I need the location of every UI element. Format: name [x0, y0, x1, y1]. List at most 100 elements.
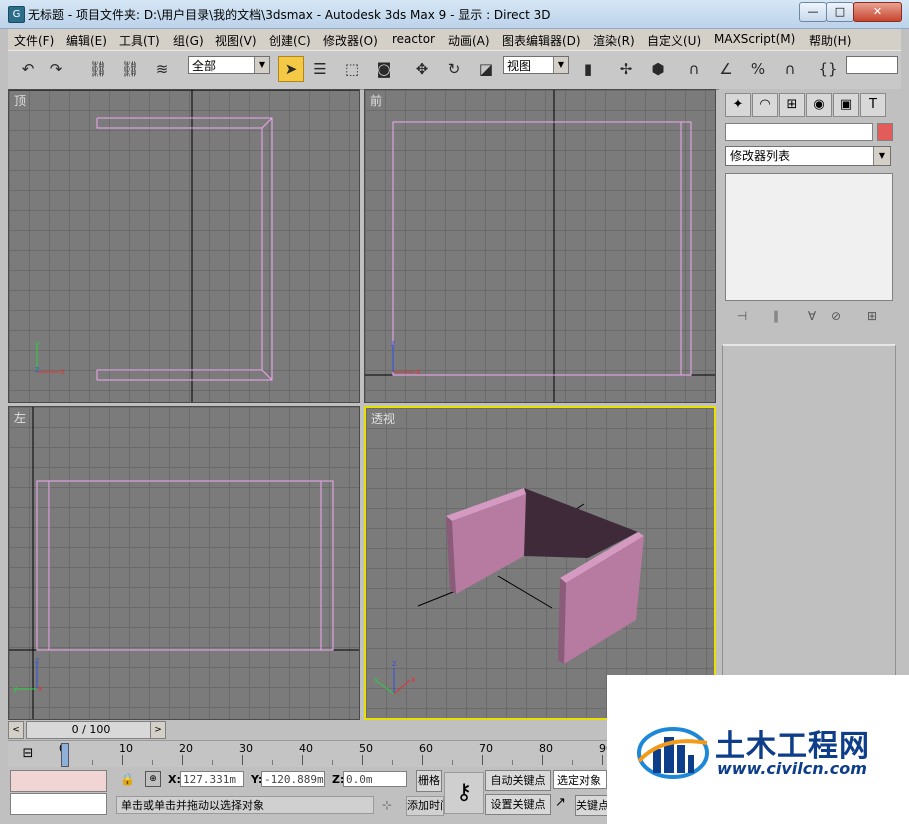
front-view-wireframe: z x: [365, 90, 715, 402]
redo-icon[interactable]: ↷: [44, 57, 68, 81]
timeline-tick: [362, 755, 363, 765]
maxscript-input-mini[interactable]: [10, 793, 107, 815]
svg-text:x: x: [60, 367, 65, 376]
curve-editor-mini-icon[interactable]: ⊟: [18, 745, 38, 763]
spinner-snap-icon[interactable]: ∩: [778, 57, 802, 81]
rectangular-selection-icon[interactable]: ⬚: [340, 57, 364, 81]
menu-maxscript[interactable]: MAXScript(M): [714, 32, 795, 46]
use-pivot-center-icon[interactable]: ▮: [576, 57, 600, 81]
object-name-field[interactable]: [725, 123, 873, 141]
x-coordinate-field[interactable]: 127.331m: [180, 771, 244, 787]
chevron-down-icon: ▼: [553, 57, 568, 73]
time-slider-thumb[interactable]: 0 / 100: [26, 721, 156, 739]
z-coordinate-field[interactable]: 0.0m: [343, 771, 407, 787]
select-and-rotate-icon[interactable]: ↻: [442, 57, 466, 81]
menu-help[interactable]: 帮助(H): [809, 32, 851, 49]
selection-filter-value: 全部: [192, 59, 217, 73]
bind-to-space-warp-icon[interactable]: ≋: [150, 57, 174, 81]
top-view-wireframe: y x z: [9, 90, 359, 402]
modify-tab-icon[interactable]: ◠: [752, 93, 778, 117]
viewport-top[interactable]: 顶 y x z: [8, 89, 360, 403]
show-end-result-icon[interactable]: ∥: [767, 307, 785, 325]
display-tab-icon[interactable]: ▣: [833, 93, 859, 117]
select-by-name-icon[interactable]: ☰: [308, 57, 332, 81]
menu-group[interactable]: 组(G): [173, 32, 204, 49]
angle-snap-icon[interactable]: ∠: [714, 57, 738, 81]
command-panel: ✦ ◠ ⊞ ◉ ▣ T 修改器列表 ▼ ⊣ ∥ ∀ ⊘ ⊞: [719, 89, 901, 721]
timeline-tick-label: 80: [539, 742, 553, 755]
select-and-manipulate-icon[interactable]: ✢: [614, 57, 638, 81]
timeline-tick: [272, 760, 273, 765]
undo-icon[interactable]: ↶: [16, 57, 40, 81]
timeline-tick: [332, 760, 333, 765]
select-and-scale-icon[interactable]: ◪: [474, 57, 498, 81]
make-unique-icon[interactable]: ∀: [803, 307, 821, 325]
edit-named-selection-icon[interactable]: {}: [816, 57, 840, 81]
create-tab-icon[interactable]: ✦: [725, 93, 751, 117]
menu-view[interactable]: 视图(V): [215, 32, 257, 49]
set-key-icon[interactable]: ⚷: [444, 772, 484, 814]
timeline-cursor[interactable]: [61, 743, 69, 767]
key-filters-button[interactable]: 关键点过滤器: [575, 795, 609, 816]
select-and-move-icon[interactable]: ✥: [410, 57, 434, 81]
window-crossing-icon[interactable]: ◙: [372, 57, 396, 81]
3dsmax-app-icon[interactable]: G: [8, 6, 25, 23]
menu-tools[interactable]: 工具(T): [119, 32, 160, 49]
x-label: X:: [168, 773, 181, 786]
menu-rendering[interactable]: 渲染(R): [593, 32, 635, 49]
modifier-list-dropdown[interactable]: 修改器列表 ▼: [725, 146, 891, 166]
key-selection-dropdown[interactable]: 选定对象: [553, 770, 607, 789]
menu-modifiers[interactable]: 修改器(O): [323, 32, 378, 49]
timeline-ruler[interactable]: 0102030405060708090: [58, 741, 613, 767]
timeline-tick-label: 10: [119, 742, 133, 755]
menu-edit[interactable]: 编辑(E): [66, 32, 107, 49]
motion-tab-icon[interactable]: ◉: [806, 93, 832, 117]
grid-setting[interactable]: 栅格: [416, 770, 442, 792]
hierarchy-tab-icon[interactable]: ⊞: [779, 93, 805, 117]
minimize-button[interactable]: —: [799, 2, 827, 22]
auto-key-button[interactable]: 自动关键点: [485, 770, 551, 791]
viewport-front[interactable]: 前 z x: [364, 89, 716, 403]
reference-coordinate-dropdown[interactable]: 视图 ▼: [503, 56, 569, 74]
select-object-icon[interactable]: ➤: [278, 56, 304, 82]
curve-icon[interactable]: ↗: [555, 795, 566, 810]
lock-selection-icon[interactable]: 🔒: [120, 772, 135, 786]
maxscript-listener-mini[interactable]: [10, 770, 107, 792]
maximize-button[interactable]: □: [826, 2, 854, 22]
set-key-button[interactable]: 设置关键点: [485, 794, 551, 815]
pin-stack-icon[interactable]: ⊣: [733, 307, 751, 325]
timeline-tick-label: 70: [479, 742, 493, 755]
object-color-swatch[interactable]: [877, 123, 893, 141]
named-selection-sets-field[interactable]: [846, 56, 898, 74]
keyboard-shortcut-override-icon[interactable]: ⬢: [646, 57, 670, 81]
select-and-link-icon[interactable]: ⛓: [86, 57, 110, 81]
prompt-line: 单击或单击并拖动以选择对象: [116, 796, 374, 814]
menu-create[interactable]: 创建(C): [269, 32, 311, 49]
menu-reactor[interactable]: reactor: [392, 32, 435, 46]
unlink-selection-icon[interactable]: ⛓: [118, 57, 142, 81]
rollout-area: [722, 344, 896, 719]
menu-animation[interactable]: 动画(A): [448, 32, 490, 49]
percent-snap-icon[interactable]: %: [746, 57, 770, 81]
next-frame-button[interactable]: >: [150, 721, 166, 739]
modifier-stack[interactable]: [725, 173, 893, 301]
selection-filter-dropdown[interactable]: 全部 ▼: [188, 56, 270, 74]
timeline-tick-label: 50: [359, 742, 373, 755]
menu-file[interactable]: 文件(F): [14, 32, 54, 49]
remove-modifier-icon[interactable]: ⊘: [827, 307, 845, 325]
viewport-perspective[interactable]: 透视 z x y: [364, 406, 716, 720]
snaps-toggle-icon[interactable]: ∩: [682, 57, 706, 81]
y-coordinate-field[interactable]: -120.889m: [261, 771, 325, 787]
chevron-down-icon: ▼: [873, 147, 890, 165]
configure-modifier-sets-icon[interactable]: ⊞: [863, 307, 881, 325]
menu-graph-editors[interactable]: 图表编辑器(D): [502, 32, 581, 49]
prev-frame-button[interactable]: <: [8, 721, 24, 739]
menu-customize[interactable]: 自定义(U): [647, 32, 701, 49]
absolute-mode-transform-icon[interactable]: ⊕: [145, 771, 161, 787]
timeline-tick: [182, 755, 183, 765]
close-button[interactable]: ✕: [853, 2, 902, 22]
add-time-tag-button[interactable]: 添加时间标记: [406, 796, 444, 816]
timeline-tick: [152, 760, 153, 765]
viewport-left[interactable]: 左 z y x: [8, 406, 360, 720]
utilities-tab-icon[interactable]: T: [860, 93, 886, 117]
